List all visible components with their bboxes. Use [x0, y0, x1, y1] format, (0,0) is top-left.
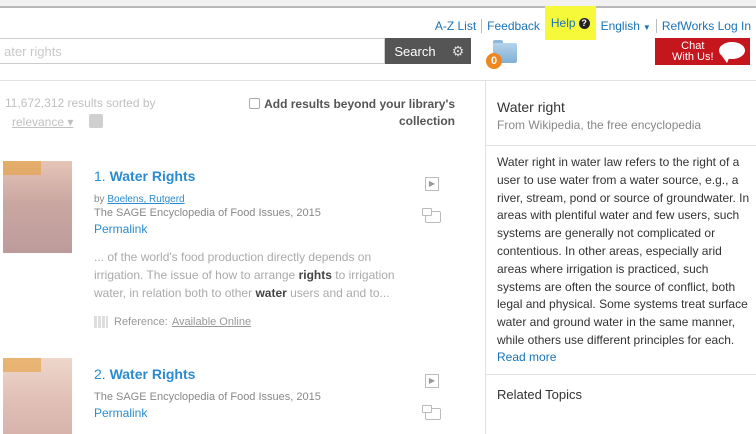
folder-count-badge: 0	[486, 53, 502, 69]
result-source: The SAGE Encyclopedia of Food Issues, 20…	[94, 391, 321, 403]
help-link[interactable]: Help?	[544, 6, 596, 40]
format-label: Reference:	[114, 316, 168, 328]
chat-line-2: With Us!	[672, 50, 714, 63]
result-snippet: ... of the world's food production direc…	[94, 248, 404, 302]
help-label: Help	[550, 16, 576, 30]
result-number: 1.	[94, 168, 106, 184]
result-title: Water Rights	[109, 366, 196, 382]
permalink[interactable]: Permalink	[94, 406, 147, 420]
result-title-link[interactable]: 2. Water Rights	[94, 366, 195, 382]
chat-label: Chat With Us!	[672, 40, 714, 63]
thumbnail-badge	[3, 358, 41, 372]
wiki-divider	[485, 145, 756, 146]
format-icon	[94, 316, 108, 328]
read-more-link[interactable]: Read more	[497, 350, 752, 364]
column-divider	[485, 81, 486, 434]
available-online-link[interactable]: Available Online	[172, 316, 251, 328]
search-options-button[interactable]: ⚙	[445, 38, 471, 64]
author-prefix: by	[94, 194, 105, 205]
related-topics-heading: Related Topics	[497, 386, 583, 402]
add-results-checkbox[interactable]	[249, 98, 261, 109]
sort-label: relevance	[12, 115, 65, 129]
search-box	[0, 38, 385, 64]
thumbnail-badge	[3, 161, 41, 175]
search-input[interactable]	[0, 39, 384, 63]
results-count: 11,672,312 results sorted by	[5, 96, 156, 110]
gear-icon: ⚙	[451, 42, 465, 59]
snippet-text: users and and to...	[286, 286, 390, 300]
rss-icon[interactable]	[89, 114, 103, 128]
az-list-link[interactable]: A-Z List	[430, 19, 481, 33]
share-icon[interactable]	[422, 208, 441, 223]
result-format: Reference: Available Online	[94, 316, 251, 328]
preview-icon[interactable]: ▶	[425, 374, 439, 388]
help-question-icon: ?	[578, 17, 590, 29]
wiki-body: Water right in water law refers to the r…	[497, 155, 750, 347]
feedback-link[interactable]: Feedback	[482, 19, 545, 33]
language-dropdown[interactable]: English ▼	[596, 19, 656, 33]
result-author: by Boelens, Rutgerd	[94, 194, 185, 205]
result-source: The SAGE Encyclopedia of Food Issues, 20…	[94, 207, 321, 219]
add-results-option[interactable]: Add results beyond your library's collect…	[249, 96, 455, 130]
share-icon[interactable]	[422, 405, 441, 420]
sort-dropdown[interactable]: relevance ▾	[12, 115, 73, 129]
wiki-title: Water right	[497, 99, 565, 115]
saved-items-folder[interactable]: 0	[486, 37, 519, 69]
add-results-label-1: Add results beyond your library's	[264, 97, 455, 111]
header-divider	[0, 80, 756, 81]
wikipedia-panel: Water right From Wikipedia, the free enc…	[485, 99, 756, 402]
permalink[interactable]: Permalink	[94, 222, 147, 236]
author-link[interactable]: Boelens, Rutgerd	[107, 194, 184, 205]
chat-bubble-icon	[719, 42, 745, 63]
result-title-link[interactable]: 1. Water Rights	[94, 168, 195, 184]
utility-nav: A-Z List Feedback Help? English ▼ RefWork…	[430, 6, 756, 40]
result-number: 2.	[94, 366, 106, 382]
language-label: English	[600, 19, 640, 33]
preview-icon[interactable]: ▶	[425, 177, 439, 191]
snippet-highlight: water	[255, 286, 287, 300]
caret-down-icon: ▼	[642, 23, 651, 32]
related-divider	[485, 373, 756, 375]
chat-button[interactable]: Chat With Us!	[655, 38, 750, 65]
search-button[interactable]: Search	[385, 38, 445, 64]
result-title: Water Rights	[109, 168, 196, 184]
top-border	[0, 0, 756, 8]
refworks-login-link[interactable]: RefWorks Log In	[657, 19, 756, 33]
add-results-label-2: collection	[398, 114, 455, 128]
snippet-highlight: rights	[298, 268, 332, 282]
wiki-subtitle: From Wikipedia, the free encyclopedia	[497, 118, 702, 132]
